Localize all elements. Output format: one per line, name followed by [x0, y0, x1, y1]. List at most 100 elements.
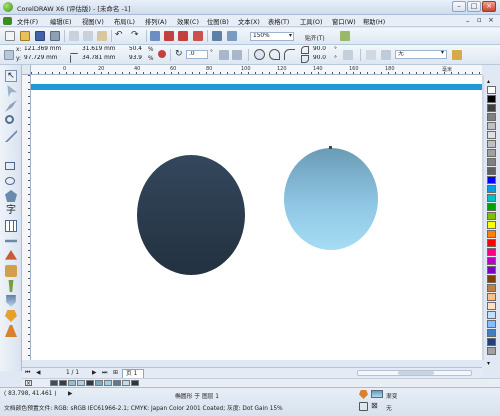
menu-table[interactable]: 表格(T) — [268, 17, 289, 26]
connector-tool-icon[interactable] — [5, 250, 17, 260]
color-swatch[interactable] — [487, 230, 496, 238]
app-menu-icon[interactable] — [3, 17, 12, 25]
import-icon[interactable] — [164, 31, 174, 41]
interactive-blend-tool-icon[interactable] — [5, 265, 17, 277]
rectangle-tool-icon[interactable] — [5, 162, 15, 170]
search-content-icon[interactable] — [150, 31, 160, 41]
color-swatch[interactable] — [487, 95, 496, 103]
zoom-level-select[interactable]: 150% — [250, 32, 294, 41]
color-swatch[interactable] — [487, 257, 496, 265]
rotation-angle-field[interactable]: .0 — [186, 50, 208, 59]
close-button[interactable]: × — [482, 1, 496, 12]
status-expand-icon[interactable]: ▶ — [68, 391, 72, 397]
first-page-icon[interactable]: ⏮ — [25, 370, 30, 377]
scale-width-field[interactable]: 50.4 — [127, 46, 145, 55]
paste-icon[interactable] — [97, 31, 107, 41]
color-swatch[interactable] — [487, 248, 496, 256]
welcome-screen-icon[interactable] — [227, 31, 237, 41]
color-swatch[interactable] — [487, 275, 496, 283]
document-color-swatch[interactable] — [68, 380, 76, 386]
fill-swatch[interactable] — [371, 390, 383, 398]
color-swatch[interactable] — [487, 149, 496, 157]
ellipse-tool-icon[interactable] — [5, 177, 15, 185]
document-color-swatch[interactable] — [104, 380, 112, 386]
dark-ellipse[interactable] — [137, 155, 245, 275]
menu-edit[interactable]: 编辑(E) — [50, 17, 72, 26]
dimension-tool-icon[interactable] — [5, 239, 17, 243]
color-swatch[interactable] — [487, 239, 496, 247]
document-color-profile[interactable]: 文档颜色预置文件: RGB: sRGB IEC61966-2.1; CMYK: … — [4, 403, 283, 412]
document-color-swatch[interactable] — [113, 380, 121, 386]
fill-tool-icon[interactable] — [5, 310, 17, 322]
menu-effects[interactable]: 效果(C) — [177, 17, 199, 26]
maximize-button[interactable]: □ — [467, 1, 481, 12]
interactive-fill-tool-icon[interactable] — [5, 325, 17, 337]
color-swatch[interactable] — [487, 203, 496, 211]
document-color-swatch[interactable] — [122, 380, 130, 386]
pie-mode-icon[interactable] — [269, 49, 280, 60]
color-swatch[interactable] — [487, 338, 496, 346]
color-swatch[interactable] — [487, 329, 496, 337]
copy-icon[interactable] — [83, 31, 93, 41]
horizontal-scroll-thumb[interactable] — [398, 371, 434, 375]
minimize-button[interactable]: – — [452, 1, 466, 12]
mdi-restore-icon[interactable]: ▫ — [477, 16, 482, 24]
height-field[interactable]: 34.781 mm — [80, 55, 122, 64]
color-swatch[interactable] — [487, 176, 496, 184]
ruler-origin-icon[interactable] — [22, 65, 31, 74]
last-page-icon[interactable]: ⏭ — [102, 370, 107, 377]
menu-tools[interactable]: 工具(O) — [300, 17, 322, 26]
no-color-icon[interactable]: × — [25, 380, 32, 387]
eyedropper-tool-icon[interactable] — [8, 280, 14, 292]
selection-node-icon[interactable] — [329, 146, 332, 149]
outline-width-select[interactable]: 无 — [395, 50, 447, 59]
menu-help[interactable]: 帮助(H) — [363, 17, 385, 26]
table-tool-icon[interactable] — [5, 220, 17, 232]
horizontal-scrollbar[interactable] — [357, 370, 472, 376]
palette-scroll-down-icon[interactable]: ▾ — [487, 360, 490, 367]
scale-height-field[interactable]: 93.9 — [127, 55, 145, 64]
y-position-field[interactable]: 97.729 mm — [22, 55, 66, 64]
color-swatch[interactable] — [487, 320, 496, 328]
document-color-swatch[interactable] — [59, 380, 67, 386]
start-angle-field[interactable]: 90.0 — [311, 46, 335, 55]
color-swatch[interactable] — [487, 266, 496, 274]
color-swatch[interactable] — [487, 167, 496, 175]
width-field[interactable]: 31.619 mm — [80, 46, 122, 55]
export-icon[interactable] — [178, 31, 188, 41]
cut-icon[interactable] — [69, 31, 79, 41]
add-page-icon[interactable]: ⊞ — [113, 370, 118, 376]
change-direction-icon[interactable] — [343, 50, 353, 60]
color-swatch[interactable] — [487, 311, 496, 319]
arc-mode-icon[interactable] — [284, 49, 295, 60]
lock-ratio-icon[interactable] — [158, 50, 166, 58]
color-swatch[interactable] — [487, 185, 496, 193]
convert-to-curves-icon[interactable] — [452, 50, 462, 60]
color-swatch[interactable] — [487, 284, 496, 292]
print-icon[interactable] — [50, 31, 60, 41]
color-swatch[interactable] — [487, 212, 496, 220]
color-swatch[interactable] — [487, 131, 496, 139]
publish-pdf-icon[interactable] — [193, 31, 203, 41]
x-position-field[interactable]: 121.369 mm — [22, 46, 66, 55]
wrap-text-icon[interactable] — [366, 50, 376, 60]
mirror-vertical-icon[interactable] — [232, 50, 242, 60]
zoom-tool-icon[interactable] — [5, 115, 14, 124]
outline-pen-tool-icon[interactable] — [6, 295, 16, 307]
redo-icon[interactable]: ↷ — [131, 31, 141, 41]
vertical-ruler[interactable] — [22, 75, 31, 360]
document-color-swatch[interactable] — [131, 380, 139, 386]
color-swatch[interactable] — [487, 293, 496, 301]
color-swatch[interactable] — [487, 347, 496, 355]
color-swatch[interactable] — [487, 86, 496, 94]
options-icon[interactable] — [340, 31, 350, 41]
color-swatch[interactable] — [487, 104, 496, 112]
open-folder-icon[interactable] — [20, 31, 30, 41]
tab-page-1[interactable]: 页 1 — [122, 369, 144, 378]
menu-bitmaps[interactable]: 位图(B) — [207, 17, 229, 26]
text-tool-icon[interactable]: 字 — [5, 205, 17, 217]
color-swatch[interactable] — [487, 302, 496, 310]
palette-scroll-up-icon[interactable]: ▴ — [487, 78, 490, 85]
pick-tool-icon[interactable]: ↖ — [5, 70, 17, 82]
menu-text[interactable]: 文本(X) — [238, 17, 260, 26]
